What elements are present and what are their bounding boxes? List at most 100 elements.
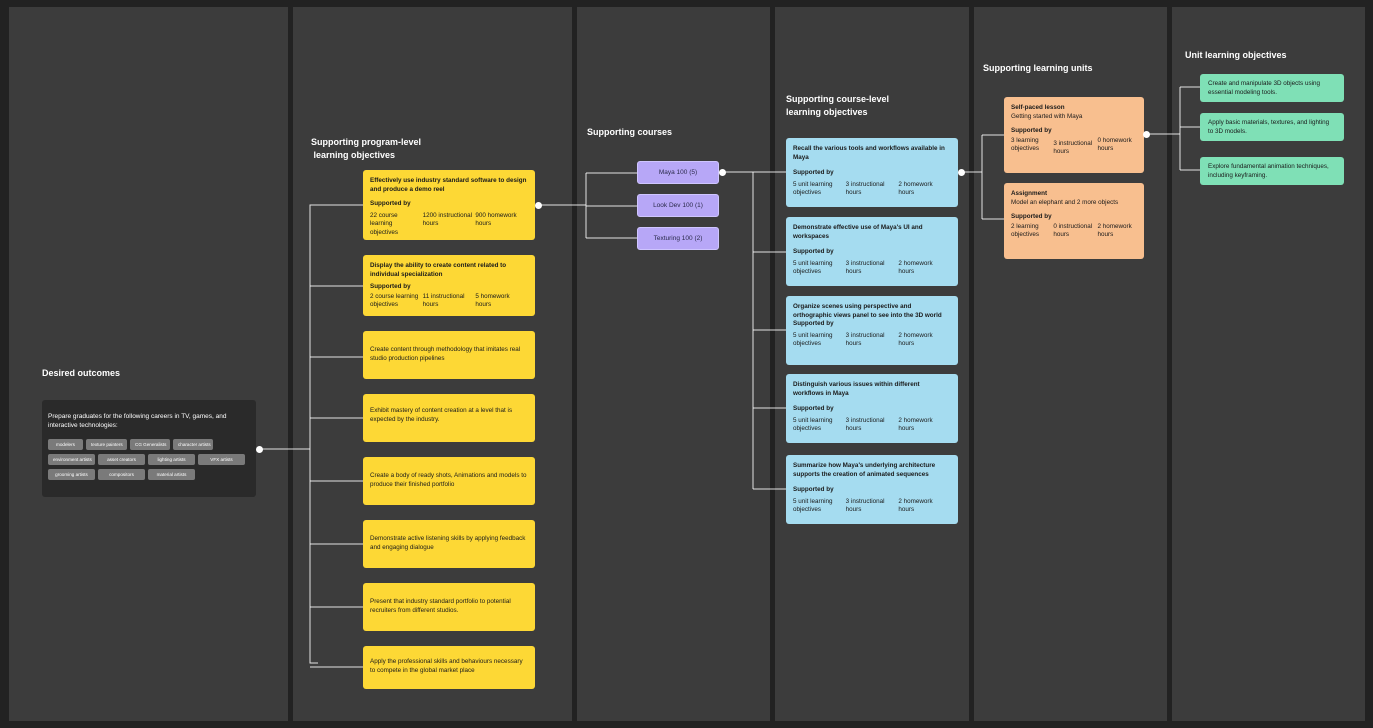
career-tag: VFX artists [198,454,245,465]
supported-by-label: Supported by [370,200,411,207]
supported-by-label: Supported by [793,169,834,176]
stat-objectives: 5 unit learning objectives [793,331,833,348]
career-tag: compositors [98,469,145,480]
unit-objective-text: Explore fundamental animation techniques… [1208,163,1329,179]
stat-homework-hours: 2 homework hours [898,180,933,197]
program-objective-title: Effectively use industry standard softwa… [370,177,527,193]
stat-instructional-hours: 1200 instructional hours [422,211,473,228]
supported-by-label: Supported by [793,486,834,493]
program-objective-card[interactable]: Create content through methodology that … [363,331,535,379]
learning-unit-card[interactable]: Self-paced lesson Getting started with M… [1004,97,1144,173]
program-objective-text: Create content through methodology that … [370,346,521,362]
column-title-program: Supporting program-level learning object… [311,137,422,160]
program-objective-title: Display the ability to create content re… [370,262,507,278]
course-objective-card[interactable]: Recall the various tools and workflows a… [786,138,958,207]
stat-instructional-hours: 3 instructional hours [1053,139,1093,156]
learning-unit-subtitle: Getting started with Maya [1011,112,1083,120]
column-title-course-objectives: Supporting course-level learning objecti… [786,94,890,117]
connector-dot[interactable] [1143,131,1150,138]
course-objective-title: Organize scenes using perspective and or… [793,303,942,319]
program-objective-card[interactable]: Present that industry standard portfolio… [363,583,535,631]
learning-unit-card[interactable]: Assignment Model an elephant and 2 more … [1004,183,1144,259]
career-tag: asset creators [98,454,145,465]
supported-by-label: Supported by [793,405,834,412]
outcome-text: Prepare graduates for the following care… [48,413,227,429]
column-title-outcomes: Desired outcomes [42,368,121,378]
learning-unit-subtitle: Model an elephant and 2 more objects [1011,198,1119,206]
stat-objectives: 5 unit learning objectives [793,497,833,514]
stat-objectives: 2 course learning objectives [370,292,419,309]
supported-by-label: Supported by [1011,127,1052,134]
outcome-card[interactable]: Prepare graduates for the following care… [42,400,256,497]
course-objective-card[interactable]: Organize scenes using perspective and or… [786,296,958,365]
connector-dot[interactable] [719,169,726,176]
course-objective-title: Demonstrate effective use of Maya's UI a… [793,224,923,240]
stat-homework-hours: 0 homework hours [1097,136,1132,153]
stat-instructional-hours: 3 instructional hours [845,497,885,514]
program-objective-text: Exhibit mastery of content creation at a… [370,407,513,423]
course-chip-look-dev[interactable]: Look Dev 100 (1) [637,194,719,217]
career-tag: lighting artists [148,454,195,465]
supported-by-label: Supported by [370,283,411,290]
stat-homework-hours: 5 homework hours [475,292,510,309]
program-objective-text: Demonstrate active listening skills by a… [370,535,526,551]
unit-objective-card[interactable]: Create and manipulate 3D objects using e… [1200,74,1344,102]
unit-objective-card[interactable]: Apply basic materials, textures, and lig… [1200,113,1344,141]
stat-objectives: 2 learning objectives [1011,222,1040,239]
career-tag: grooming artists [48,469,95,480]
column-title-courses: Supporting courses [587,127,673,137]
program-objective-card[interactable]: Apply the professional skills and behavi… [363,646,535,689]
stat-homework-hours: 2 homework hours [898,331,933,348]
career-tag: modelers [48,439,83,450]
stat-homework-hours: 2 homework hours [898,416,933,433]
course-chip-maya[interactable]: Maya 100 (5) [637,161,719,184]
supported-by-label: Supported by [793,320,834,327]
course-chip-texturing[interactable]: Texturing 100 (2) [637,227,719,250]
stat-instructional-hours: 0 instructional hours [1053,222,1093,239]
program-objective-card[interactable]: Create a body of ready shots, Animations… [363,457,535,505]
career-tags: modelers texture painters CG Generalists… [48,439,248,484]
unit-objective-card[interactable]: Explore fundamental animation techniques… [1200,157,1344,185]
course-objective-card[interactable]: Distinguish various issues within differ… [786,374,958,443]
career-tag: character artists [173,439,213,450]
learning-unit-title: Assignment [1011,190,1048,197]
learning-unit-title: Self-paced lesson [1011,104,1065,111]
stat-objectives: 5 unit learning objectives [793,416,833,433]
supported-by-label: Supported by [1011,213,1052,220]
career-tag: material artists [148,469,195,480]
stat-instructional-hours: 3 instructional hours [845,331,885,348]
program-objective-text: Apply the professional skills and behavi… [370,658,523,674]
program-objective-card[interactable]: Exhibit mastery of content creation at a… [363,394,535,442]
stat-objectives: 22 course learning objectives [370,211,399,236]
course-objective-title: Summarize how Maya's underlying architec… [793,462,936,478]
unit-objective-text: Create and manipulate 3D objects using e… [1208,80,1321,96]
stat-instructional-hours: 11 instructional hours [422,292,465,309]
connector-dot[interactable] [535,202,542,209]
course-objective-title: Distinguish various issues within differ… [793,381,920,397]
connector-lines [259,86,1200,668]
stat-instructional-hours: 3 instructional hours [845,259,885,276]
program-objective-card[interactable]: Display the ability to create content re… [363,255,535,316]
course-objective-title: Recall the various tools and workflows a… [793,145,945,161]
stat-homework-hours: 2 homework hours [898,259,933,276]
stat-homework-hours: 900 homework hours [475,211,517,228]
stat-homework-hours: 2 homework hours [1097,222,1132,239]
connector-dot[interactable] [958,169,965,176]
stat-objectives: 3 learning objectives [1011,136,1040,153]
supported-by-label: Supported by [793,248,834,255]
program-objective-card[interactable]: Demonstrate active listening skills by a… [363,520,535,568]
stat-instructional-hours: 3 instructional hours [845,180,885,197]
career-tag: CG Generalists [130,439,170,450]
column-title-units: Supporting learning units [983,63,1093,73]
program-objective-text: Create a body of ready shots, Animations… [370,472,527,488]
stat-instructional-hours: 3 instructional hours [845,416,885,433]
stat-objectives: 5 unit learning objectives [793,259,833,276]
program-objective-card[interactable]: Effectively use industry standard softwa… [363,170,535,240]
stat-homework-hours: 2 homework hours [898,497,933,514]
course-objective-card[interactable]: Summarize how Maya's underlying architec… [786,455,958,524]
column-title-unit-objectives: Unit learning objectives [1185,50,1287,60]
career-tag: texture painters [86,439,127,450]
course-objective-card[interactable]: Demonstrate effective use of Maya's UI a… [786,217,958,286]
connector-dot[interactable] [256,446,263,453]
career-tag: environment artists [48,454,95,465]
